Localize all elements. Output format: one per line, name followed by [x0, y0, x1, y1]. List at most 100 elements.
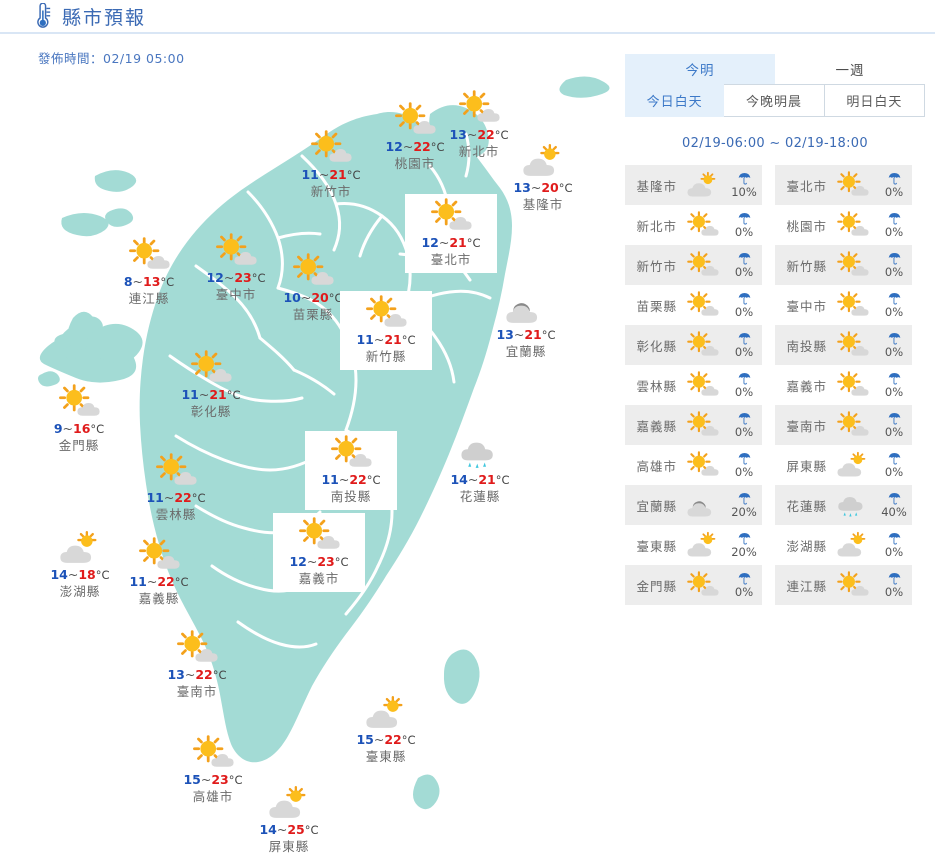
high-temp: 22: [413, 139, 431, 154]
map-temp-range: 11~22°C: [307, 472, 395, 488]
sun-cloud-icon: [837, 331, 869, 356]
city-forecast-cell[interactable]: 新竹縣 0%: [775, 245, 912, 285]
tab-today-daytime[interactable]: 今日白天: [625, 84, 725, 117]
map-temp-range: 11~21°C: [342, 332, 430, 348]
rain-probability-value: 0%: [884, 265, 904, 279]
low-temp: 12: [206, 270, 224, 285]
sun-cloud-icon: [215, 233, 257, 265]
city-forecast-cell[interactable]: 嘉義縣 0%: [625, 405, 762, 445]
grid-col-gap: [762, 525, 775, 565]
high-temp: 21: [478, 472, 496, 487]
map-label-臺南市[interactable]: 13~22°C 臺南市: [151, 626, 243, 705]
high-temp: 21: [384, 332, 402, 347]
map-label-彰化縣[interactable]: 11~21°C 彰化縣: [165, 346, 257, 425]
cloudy-icon: [687, 501, 712, 517]
temp-unit: °C: [346, 168, 361, 182]
city-forecast-cell[interactable]: 金門縣 0%: [625, 565, 762, 605]
map-temp-range: 11~22°C: [115, 574, 203, 590]
sun-cloud-icon: [155, 453, 197, 485]
rain-probability: 0%: [727, 571, 761, 599]
temp-unit: °C: [191, 491, 206, 505]
high-temp: 22: [349, 472, 367, 487]
rain-probability-value: 0%: [884, 185, 904, 199]
tab-one-week[interactable]: 一週: [775, 54, 925, 84]
temp-unit: °C: [401, 333, 416, 347]
high-temp: 20: [541, 180, 559, 195]
rain-probability: 0%: [877, 411, 911, 439]
umbrella-icon: [738, 292, 750, 305]
rain-icon: [838, 496, 863, 517]
city-forecast-cell[interactable]: 臺中市 0%: [775, 285, 912, 325]
map-label-宜蘭縣[interactable]: 13~21°C 宜蘭縣: [480, 286, 572, 365]
map-temp-range: 11~22°C: [132, 490, 220, 506]
rain-probability: 0%: [877, 211, 911, 239]
city-forecast-cell[interactable]: 屏東縣 0%: [775, 445, 912, 485]
rain-probability: 0%: [877, 531, 911, 559]
map-label-雲林縣[interactable]: 11~22°C 雲林縣: [130, 449, 222, 528]
map-label-嘉義縣[interactable]: 11~22°C 嘉義縣: [113, 533, 205, 612]
city-forecast-cell[interactable]: 新竹市 0%: [625, 245, 762, 285]
temp-separator: ~: [513, 327, 525, 342]
sun-cloud-icon: [292, 253, 334, 285]
tab-today-tomorrow[interactable]: 今明: [625, 54, 775, 84]
temp-unit: °C: [174, 575, 189, 589]
city-forecast-cell[interactable]: 花蓮縣 40%: [775, 485, 912, 525]
map-label-屏東縣[interactable]: 14~25°C 屏東縣: [243, 781, 335, 860]
low-temp: 15: [183, 772, 201, 787]
rain-probability: 0%: [727, 211, 761, 239]
map-label-臺北市[interactable]: 12~21°C 臺北市: [405, 194, 497, 273]
tab-tomorrow-daytime[interactable]: 明日白天: [824, 84, 925, 117]
map-label-金門縣[interactable]: 9~16°C 金門縣: [33, 380, 125, 459]
sun-cloud-icon: [837, 291, 869, 316]
taiwan-weather-map[interactable]: 8~13°C 連江縣 11~21°C 新竹市 12~22°C 桃園市 13~22°C 新北市 1…: [0, 36, 620, 854]
city-forecast-cell[interactable]: 雲林縣 0%: [625, 365, 762, 405]
high-temp: 23: [317, 554, 335, 569]
map-label-基隆市[interactable]: 13~20°C 基隆市: [497, 139, 589, 218]
city-name: 南投縣: [786, 338, 827, 354]
city-forecast-cell[interactable]: 臺東縣 20%: [625, 525, 762, 565]
map-label-南投縣[interactable]: 11~22°C 南投縣: [305, 431, 397, 510]
rain-probability-value: 10%: [731, 185, 757, 199]
city-forecast-cell[interactable]: 宜蘭縣 20%: [625, 485, 762, 525]
sun-behind-cloud-icon: [268, 785, 305, 818]
high-temp: 21: [209, 387, 227, 402]
city-forecast-cell[interactable]: 基隆市 10%: [625, 165, 762, 205]
city-forecast-cell[interactable]: 彰化縣 0%: [625, 325, 762, 365]
umbrella-icon: [888, 532, 900, 545]
rain-probability: 0%: [877, 251, 911, 279]
city-forecast-cell[interactable]: 澎湖縣 0%: [775, 525, 912, 565]
low-temp: 12: [421, 235, 439, 250]
temp-separator: ~: [402, 139, 414, 154]
map-temp-range: 8~13°C: [105, 274, 193, 290]
city-forecast-cell[interactable]: 新北市 0%: [625, 205, 762, 245]
city-forecast-cell[interactable]: 高雄市 0%: [625, 445, 762, 485]
map-label-新竹市[interactable]: 11~21°C 新竹市: [285, 126, 377, 205]
city-forecast-cell[interactable]: 桃園市 0%: [775, 205, 912, 245]
map-city-name: 基隆市: [522, 197, 564, 212]
city-forecast-cell[interactable]: 嘉義市 0%: [775, 365, 912, 405]
rain-probability: 40%: [877, 491, 911, 519]
map-label-新竹縣[interactable]: 11~21°C 新竹縣: [340, 291, 432, 370]
rain-probability: 0%: [877, 571, 911, 599]
high-temp: 22: [174, 490, 192, 505]
city-forecast-cell[interactable]: 南投縣 0%: [775, 325, 912, 365]
rain-probability-value: 0%: [884, 225, 904, 239]
temp-unit: °C: [401, 733, 416, 747]
umbrella-icon: [738, 452, 750, 465]
low-temp: 13: [496, 327, 514, 342]
high-temp: 22: [195, 667, 213, 682]
map-label-花蓮縣[interactable]: 14~21°C 花蓮縣: [434, 431, 526, 510]
rain-probability: 0%: [877, 331, 911, 359]
map-label-臺東縣[interactable]: 15~22°C 臺東縣: [340, 691, 432, 770]
city-forecast-cell[interactable]: 苗栗縣 0%: [625, 285, 762, 325]
map-label-連江縣[interactable]: 8~13°C 連江縣: [103, 233, 195, 312]
city-forecast-cell[interactable]: 連江縣 0%: [775, 565, 912, 605]
city-forecast-cell[interactable]: 臺南市 0%: [775, 405, 912, 445]
temp-separator: ~: [200, 772, 212, 787]
secondary-tab-bar[interactable]: 今日白天 今晚明晨 明日白天: [625, 84, 925, 117]
city-forecast-cell[interactable]: 臺北市 0%: [775, 165, 912, 205]
umbrella-icon: [888, 252, 900, 265]
map-label-嘉義市[interactable]: 12~23°C 嘉義市: [273, 513, 365, 592]
primary-tab-bar[interactable]: 今明 一週: [625, 54, 925, 84]
tab-tonight-tomorrow-morning[interactable]: 今晚明晨: [724, 84, 825, 117]
